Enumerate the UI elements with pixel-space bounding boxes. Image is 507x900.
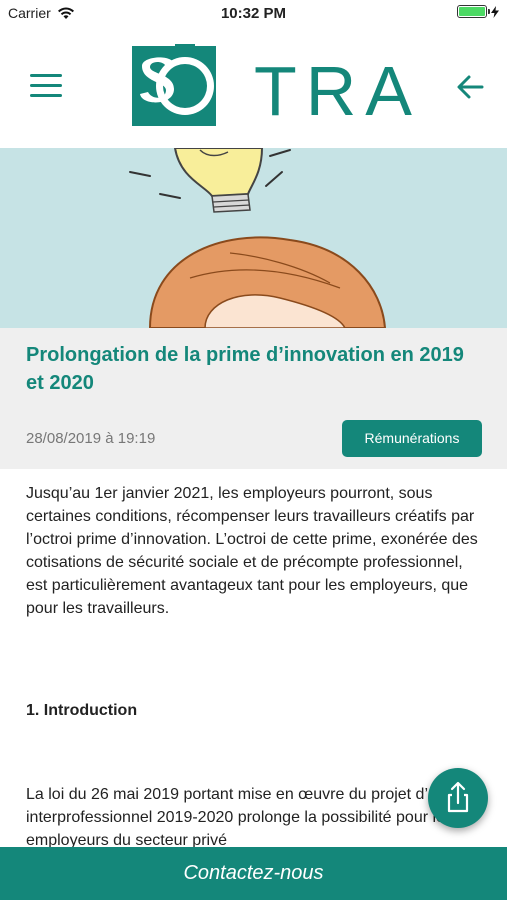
charging-icon xyxy=(491,5,499,18)
back-button[interactable] xyxy=(455,72,485,102)
article-paragraph: La loi du 26 mai 2019 portant mise en œu… xyxy=(26,786,477,847)
logo-text: TRA xyxy=(254,52,421,130)
contact-button[interactable]: Contactez-nous xyxy=(0,847,507,900)
hamburger-icon xyxy=(30,74,62,77)
app-header: TRA xyxy=(0,28,507,148)
menu-button[interactable] xyxy=(30,74,62,98)
lightbulb-head-illustration xyxy=(129,148,387,328)
article-title: Prolongation de la prime d’innovation en… xyxy=(26,344,464,394)
status-time: 10:32 PM xyxy=(220,5,287,22)
battery-icon xyxy=(457,5,490,18)
article-illustration xyxy=(0,148,507,328)
article-intro: Jusqu’au 1er janvier 2021, les employeur… xyxy=(26,485,478,617)
status-right xyxy=(457,5,499,18)
share-button[interactable] xyxy=(428,768,488,828)
category-button[interactable]: Rémunérations xyxy=(342,420,482,457)
article-header: Prolongation de la prime d’innovation en… xyxy=(0,328,507,469)
status-bar: Carrier 10:32 PM xyxy=(0,0,507,28)
section-heading: 1. Introduction xyxy=(26,702,138,719)
arrow-left-icon xyxy=(457,75,484,99)
share-icon xyxy=(447,781,469,813)
article-date: 28/08/2019 à 19:19 xyxy=(26,430,156,447)
sotra-logo: TRA xyxy=(130,44,412,130)
logo-mark xyxy=(132,44,216,126)
